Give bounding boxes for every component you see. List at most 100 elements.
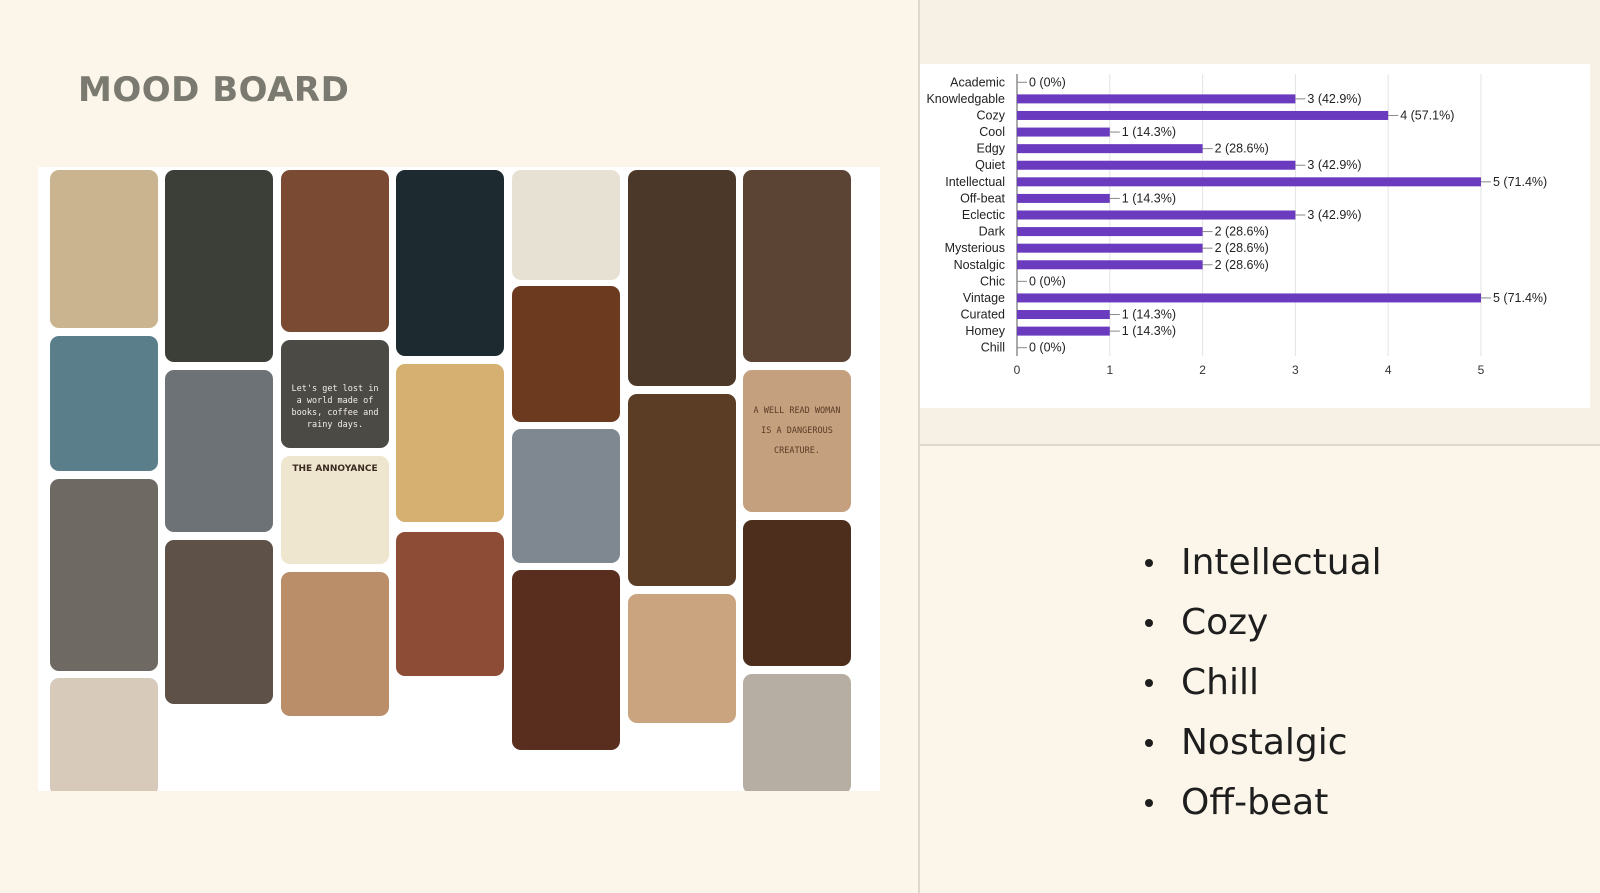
category-label: Academic — [950, 75, 1005, 89]
value-label: 1 (14.3%) — [1122, 125, 1176, 139]
tile-quote-coffee[interactable]: Let's get lost in a world made of books,… — [281, 340, 389, 448]
keyword-text: Chill — [1181, 662, 1259, 703]
tile-piled-books[interactable] — [281, 572, 389, 716]
bar — [1017, 177, 1481, 187]
bullet-dot — [1145, 679, 1153, 687]
value-label: 3 (42.9%) — [1307, 92, 1361, 106]
category-label: Curated — [961, 308, 1006, 322]
bar — [1017, 144, 1203, 154]
keyword-item: Cozy — [1145, 593, 1382, 653]
category-label: Dark — [979, 225, 1006, 239]
bar — [1017, 210, 1296, 220]
tile-camera-blanket[interactable] — [743, 674, 851, 791]
keyword-item: Nostalgic — [1145, 713, 1382, 773]
category-label: Intellectual — [945, 175, 1005, 189]
bullet-dot — [1145, 559, 1153, 567]
value-label: 3 (42.9%) — [1307, 158, 1361, 172]
survey-bar-chart: 0 1 2 3 4 5 Academic 0 (0%) Knowledgable 3 (42.9%… — [918, 64, 1590, 408]
tile-dark-bookshelf[interactable] — [743, 520, 851, 666]
tile-library-aisle[interactable] — [512, 570, 620, 750]
tile-paper-quote-card[interactable]: A WELL READ WOMAN IS A DANGEROUS CREATUR… — [743, 370, 851, 512]
tile-cat-in-suit[interactable] — [50, 170, 158, 328]
value-label: 0 (0%) — [1029, 75, 1066, 89]
annoyance-poster-title: THE ANNOYANCE — [292, 464, 378, 474]
bar — [1017, 110, 1389, 120]
x-tick-label: 2 — [1199, 363, 1206, 377]
bar-chart-svg: 0 1 2 3 4 5 Academic 0 (0%) Knowledgable 3 (42.9%… — [926, 74, 1547, 377]
value-label: 5 (71.4%) — [1493, 175, 1547, 189]
keyword-text: Cozy — [1181, 602, 1269, 643]
tile-book-flowers[interactable] — [50, 678, 158, 791]
category-label: Nostalgic — [954, 258, 1005, 272]
slide-title: MOOD BOARD — [78, 70, 350, 110]
tile-fox-in-suit[interactable] — [512, 170, 620, 280]
tile-coffee-books-collage[interactable] — [628, 170, 736, 386]
category-label: Off-beat — [960, 191, 1005, 205]
keyword-list: Intellectual Cozy Chill Nostalgic Off-be… — [1145, 533, 1382, 833]
tile-woman-brick-wall[interactable] — [281, 170, 389, 332]
bar — [1017, 310, 1110, 320]
value-label: 1 (14.3%) — [1122, 324, 1176, 338]
tile-open-book-mug[interactable] — [50, 479, 158, 671]
category-label: Eclectic — [962, 208, 1005, 222]
tile-street-pipes[interactable] — [628, 594, 736, 723]
mood-board-slide: MOOD BOARD Let's get lost in a world mad… — [0, 0, 918, 893]
value-label: 1 (14.3%) — [1122, 191, 1176, 205]
tile-bookshop-interior[interactable] — [512, 286, 620, 422]
x-tick-label: 1 — [1106, 363, 1113, 377]
keyword-text: Off-beat — [1181, 782, 1329, 823]
value-label: 2 (28.6%) — [1215, 142, 1269, 156]
bar — [1017, 293, 1481, 303]
category-label: Mysterious — [945, 241, 1005, 255]
category-label: Chic — [980, 274, 1005, 288]
tile-reader-cafe[interactable] — [743, 170, 851, 362]
bar — [1017, 160, 1296, 170]
value-label: 4 (57.1%) — [1400, 108, 1454, 122]
keyword-item: Chill — [1145, 653, 1382, 713]
category-label: Knowledgable — [926, 92, 1005, 106]
tile-berlin-wall[interactable] — [165, 370, 273, 532]
category-label: Cool — [979, 125, 1005, 139]
category-label: Vintage — [963, 291, 1005, 305]
bar — [1017, 193, 1110, 203]
vertical-divider — [918, 0, 920, 893]
x-tick-label: 4 — [1385, 363, 1392, 377]
value-label: 2 (28.6%) — [1215, 225, 1269, 239]
tile-librarian-books[interactable] — [628, 394, 736, 586]
keyword-item: Off-beat — [1145, 773, 1382, 833]
category-label: Quiet — [975, 158, 1005, 172]
bar — [1017, 260, 1203, 270]
value-label: 1 (14.3%) — [1122, 308, 1176, 322]
value-label: 2 (28.6%) — [1215, 258, 1269, 272]
category-label: Edgy — [977, 142, 1006, 156]
tile-cassette-wall[interactable] — [396, 170, 504, 356]
tile-city-train[interactable] — [512, 429, 620, 563]
keyword-item: Intellectual — [1145, 533, 1382, 593]
bar — [1017, 127, 1110, 137]
tile-open-books-pile[interactable] — [165, 540, 273, 704]
value-label: 2 (28.6%) — [1215, 241, 1269, 255]
x-tick-label: 0 — [1014, 363, 1021, 377]
category-label: Homey — [965, 324, 1005, 338]
x-tick-label: 3 — [1292, 363, 1299, 377]
tile-colorful-building[interactable] — [50, 336, 158, 471]
keyword-text: Intellectual — [1181, 542, 1382, 583]
quote-coffee-text: Let's get lost in a world made of books,… — [291, 384, 379, 431]
category-label: Chill — [981, 341, 1005, 355]
keyword-text: Nostalgic — [1181, 722, 1348, 763]
mood-board: Let's get lost in a world made of books,… — [38, 167, 880, 791]
bullet-dot — [1145, 799, 1153, 807]
tile-cozy-knit-book[interactable] — [396, 532, 504, 676]
value-label: 0 (0%) — [1029, 274, 1066, 288]
tile-library-ladder[interactable] — [165, 170, 273, 362]
horizontal-divider — [920, 444, 1600, 446]
bar — [1017, 94, 1296, 104]
bar — [1017, 243, 1203, 253]
category-label: Cozy — [977, 108, 1006, 122]
bullet-dot — [1145, 619, 1153, 627]
tile-cat-hat-art[interactable] — [396, 364, 504, 522]
tile-annoyance-cat-poster[interactable]: THE ANNOYANCE — [281, 456, 389, 564]
bar — [1017, 326, 1110, 336]
bar — [1017, 227, 1203, 237]
value-label: 5 (71.4%) — [1493, 291, 1547, 305]
